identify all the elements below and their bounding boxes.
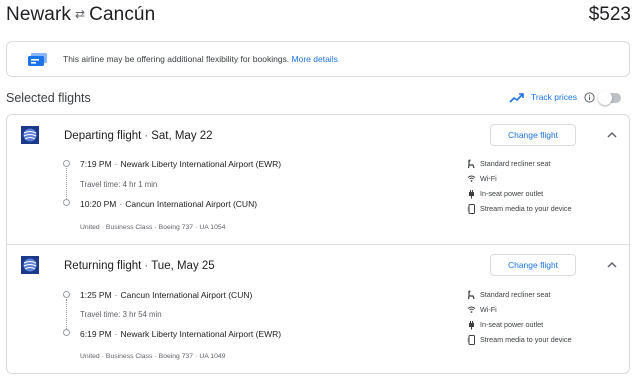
cabin-class: Business Class	[105, 224, 153, 231]
arrival-row: 10:20 PM · Cancun International Airport (C…	[80, 199, 258, 209]
departure-row: 7:19 PM · Newark Liberty International Air…	[80, 159, 282, 169]
notice-message: This airline may be offering additional …	[63, 54, 290, 64]
change-flight-button[interactable]: Change flight	[490, 254, 576, 276]
departure-time: 7:19 PM	[80, 159, 112, 169]
airline-name: United	[80, 353, 100, 360]
departure-airport: Cancun International Airport (CUN)	[120, 290, 253, 300]
route-title: Newark ⇄ Cancún	[6, 4, 155, 26]
media-device-icon	[467, 204, 475, 214]
round-trip-arrows-icon: ⇄	[75, 7, 86, 21]
arrival-row: 6:19 PM · Newark Liberty International Air…	[80, 329, 282, 339]
track-prices-toggle[interactable]	[598, 91, 621, 105]
total-price: $523	[588, 4, 631, 25]
seat-icon	[467, 159, 475, 169]
origin-city: Newark	[6, 4, 72, 25]
amenity-seat: Standard recliner seat	[467, 289, 617, 301]
flexibility-notice: This airline may be offering additional …	[6, 41, 630, 77]
power-plug-icon	[469, 321, 474, 330]
arrival-airport: Cancun International Airport (CUN)	[125, 199, 258, 209]
track-prices-label[interactable]: Track prices	[531, 92, 577, 102]
amenity-power: In-seat power outlet	[467, 188, 617, 200]
departure-airport: Newark Liberty International Airport (EW…	[120, 159, 282, 169]
airline-name: United	[80, 224, 100, 231]
info-icon[interactable]	[584, 92, 595, 103]
aircraft-type: Boeing 737	[158, 353, 194, 360]
travel-time: Travel time: 3 hr 54 min	[80, 310, 162, 319]
track-prices-control[interactable]: Track prices	[509, 90, 629, 106]
amenity-media: Stream media to your device	[467, 203, 617, 215]
arrival-airport: Newark Liberty International Airport (EW…	[120, 329, 282, 339]
departing-flight-card: Departing flight · Sat, May 22 Change flig…	[7, 115, 629, 245]
seat-icon	[467, 290, 475, 300]
arrival-time: 10:20 PM	[80, 199, 117, 209]
more-details-link[interactable]: More details	[292, 54, 338, 64]
timeline-line	[66, 168, 67, 199]
arrival-dot	[63, 329, 70, 336]
chevron-up-icon[interactable]	[607, 261, 617, 268]
cabin-class: Business Class	[105, 353, 153, 360]
flight-details: United · Business Class · Boeing 737 · UA 1049	[80, 353, 226, 360]
aircraft-type: Boeing 737	[158, 224, 194, 231]
selected-flights-heading: Selected flights	[6, 91, 91, 105]
united-airlines-logo-icon	[21, 126, 39, 144]
flight-number: UA 1054	[199, 224, 226, 231]
flight-direction: Departing flight	[64, 130, 142, 142]
arrival-dot	[63, 199, 70, 206]
chevron-up-icon[interactable]	[607, 131, 617, 138]
wifi-icon	[467, 306, 476, 313]
flight-number: UA 1049	[199, 353, 226, 360]
united-airlines-logo-icon	[21, 256, 39, 274]
trip-header: Newark ⇄ Cancún $523	[6, 4, 631, 30]
amenity-seat: Standard recliner seat	[467, 158, 617, 170]
ticket-icon	[28, 53, 47, 66]
flight-direction: Returning flight	[64, 260, 142, 272]
amenity-power: In-seat power outlet	[467, 319, 617, 331]
timeline-line	[66, 299, 67, 329]
flight-details: United · Business Class · Boeing 737 · UA 1054	[80, 224, 226, 231]
flight-heading: Departing flight · Sat, May 22	[64, 130, 213, 142]
flight-date: Tue, May 25	[151, 260, 215, 272]
wifi-icon	[467, 175, 476, 182]
returning-flight-card: Returning flight · Tue, May 25 Change flig…	[7, 244, 629, 373]
trending-up-icon	[509, 93, 524, 103]
travel-time: Travel time: 4 hr 1 min	[80, 180, 158, 189]
departure-dot	[63, 160, 70, 167]
selected-flights-list: Departing flight · Sat, May 22 Change flig…	[6, 114, 630, 374]
flight-heading: Returning flight · Tue, May 25	[64, 260, 215, 272]
power-plug-icon	[469, 190, 474, 199]
flight-date: Sat, May 22	[151, 130, 213, 142]
departure-dot	[63, 291, 70, 298]
amenity-media: Stream media to your device	[467, 334, 617, 346]
arrival-time: 6:19 PM	[80, 329, 112, 339]
departure-time: 1:25 PM	[80, 290, 112, 300]
media-device-icon	[467, 335, 475, 345]
notice-text: This airline may be offering additional …	[63, 54, 338, 64]
departure-row: 1:25 PM · Cancun International Airport (CU…	[80, 290, 253, 300]
amenity-wifi: Wi-Fi	[467, 304, 617, 316]
amenity-wifi: Wi-Fi	[467, 173, 617, 185]
toggle-knob	[598, 91, 612, 105]
change-flight-button[interactable]: Change flight	[490, 124, 576, 146]
destination-city: Cancún	[89, 4, 156, 25]
